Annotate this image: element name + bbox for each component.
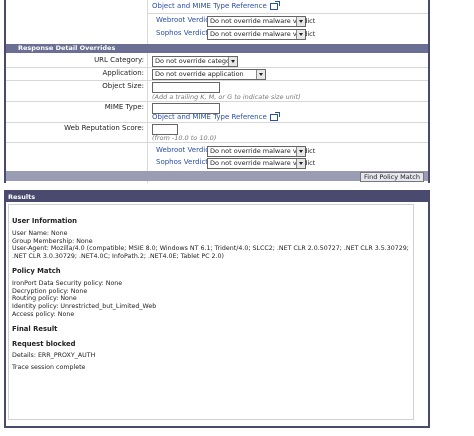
user-information-heading: User Information xyxy=(12,217,77,225)
request-blocked-heading: Request blocked xyxy=(12,339,76,348)
url-category-select[interactable]: Do not override category xyxy=(152,56,238,67)
chevron-down-icon[interactable] xyxy=(228,57,237,66)
access-policy-line: Access policy: None xyxy=(12,310,75,318)
button-bar: Find Policy Match xyxy=(6,171,428,182)
reference-link-text[interactable]: Object and MIME Type Reference xyxy=(152,113,267,121)
policy-trace-form: Object and MIME Type Reference Webroot V… xyxy=(4,0,430,183)
chevron-down-icon[interactable] xyxy=(296,159,305,168)
webroot-verdict-select-top[interactable]: Do not override malware verdict xyxy=(207,16,315,27)
chevron-down-icon[interactable] xyxy=(296,17,305,26)
mime-type-label: MIME Type: xyxy=(104,103,144,111)
results-panel: Results User Information User Name: None… xyxy=(4,190,430,428)
decryption-policy-line: Decryption policy: None xyxy=(12,287,88,295)
results-header: Results xyxy=(6,192,428,202)
policy-match-heading: Policy Match xyxy=(12,266,61,275)
find-policy-match-button[interactable]: Find Policy Match xyxy=(360,172,424,182)
identity-policy-line: Identity policy: Unrestricted_but_Limite… xyxy=(12,303,157,311)
web-reputation-label: Web Reputation Score: xyxy=(64,124,144,132)
routing-policy-line: Routing policy: None xyxy=(12,295,77,303)
divider xyxy=(6,67,428,68)
object-size-hint: (Add a trailing K, M, or G to indicate s… xyxy=(152,93,301,101)
chevron-down-icon[interactable] xyxy=(296,147,305,156)
reference-link-text[interactable]: Object and MIME Type Reference xyxy=(152,2,267,10)
external-link-icon xyxy=(269,111,280,121)
column-divider xyxy=(147,0,148,183)
sophos-verdict-label: Sophos Verdict: xyxy=(156,158,211,166)
object-mime-reference-link[interactable]: Object and MIME Type Reference xyxy=(152,111,280,121)
select-value: Do not override category xyxy=(155,57,237,65)
details-line: Details: ERR_PROXY_AUTH xyxy=(12,352,96,360)
object-mime-reference-link-top[interactable]: Object and MIME Type Reference xyxy=(152,0,280,10)
url-category-label: URL Category: xyxy=(94,56,144,64)
chevron-down-icon[interactable] xyxy=(296,30,305,39)
external-link-icon xyxy=(269,0,280,10)
webroot-verdict-label: Webroot Verdict: xyxy=(156,146,215,154)
application-label: Application: xyxy=(102,69,144,77)
response-detail-overrides-header: Response Detail Overrides xyxy=(6,44,428,53)
sophos-verdict-select[interactable]: Do not override malware verdict xyxy=(207,158,315,169)
user-agent-line: User-Agent: Mozilla/4.0 (compatible; MSI… xyxy=(12,245,409,261)
divider xyxy=(6,122,428,123)
select-value: Do not override application xyxy=(155,70,244,78)
ironport-policy-line: IronPort Data Security policy: None xyxy=(12,279,123,287)
webroot-verdict-label-top: Webroot Verdict: xyxy=(156,16,215,24)
object-size-label: Object Size: xyxy=(102,82,144,90)
sophos-verdict-select-top[interactable]: Do not override malware verdict xyxy=(207,29,315,40)
trace-complete-line: Trace session complete xyxy=(12,364,86,372)
group-membership-line: Group Membership: None xyxy=(12,237,93,245)
object-size-input[interactable] xyxy=(152,82,220,93)
sophos-verdict-label-top: Sophos Verdict: xyxy=(156,29,211,37)
divider xyxy=(6,80,428,81)
divider xyxy=(6,142,428,143)
final-result-heading: Final Result xyxy=(12,324,58,333)
divider xyxy=(147,13,428,14)
user-name-line: User Name: None xyxy=(12,229,68,237)
webroot-verdict-select[interactable]: Do not override malware verdict xyxy=(207,146,315,157)
application-select[interactable]: Do not override application xyxy=(152,69,266,80)
web-reputation-hint: (from -10.0 to 10.0) xyxy=(152,134,217,142)
results-content: User Information User Name: None Group M… xyxy=(12,217,416,379)
divider xyxy=(6,101,428,102)
chevron-down-icon[interactable] xyxy=(256,70,265,79)
